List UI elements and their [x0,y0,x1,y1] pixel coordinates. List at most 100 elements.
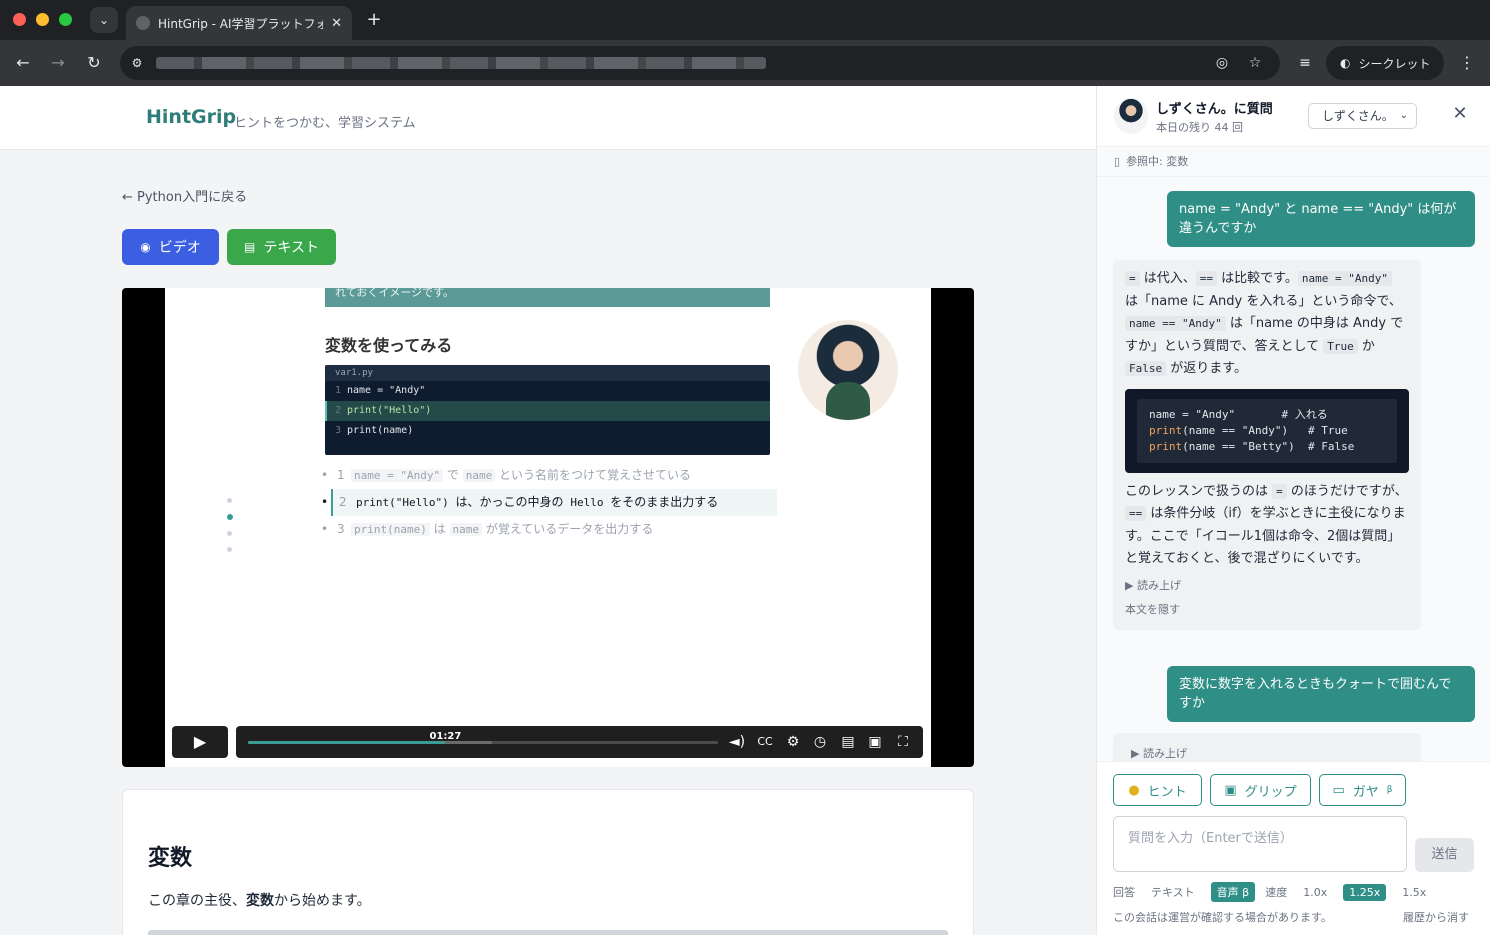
instructor-avatar [798,320,898,420]
picture-in-picture-icon[interactable]: ▣ [864,731,886,753]
read-aloud-toggle[interactable]: ▶ 読み上げ [1131,745,1403,761]
page-content: HintGrip ヒントをつかむ、学習システム ← Python入門に戻る ◉ … [0,86,1096,935]
hint-button[interactable]: ● ヒント [1113,774,1202,806]
message-list[interactable]: name = "Andy" と name == "Andy" は何が違うんですか… [1097,177,1490,761]
slide-step-dots [227,498,235,563]
article-lead: この章の主役、変数から始めます。 [148,893,371,909]
brand-logo[interactable]: HintGrip [146,106,236,128]
speed-option-15x[interactable]: 1.5x [1396,884,1432,901]
assistant-avatar [1114,98,1148,134]
step-dot[interactable] [227,547,232,552]
volume-icon[interactable]: ◄) [726,731,748,753]
video-controls: ▶ 01:27 ◄) CC ⚙ ◷ ▤ ▣ ⛶ [172,726,923,758]
video-player[interactable]: れておくイメージです。 変数を使ってみる var1.py 1 name = "An… [122,288,974,767]
step-dot[interactable] [227,498,232,503]
played-range [248,741,446,744]
close-window-button[interactable] [13,13,26,26]
assistant-message: = は代入、 == は比較です。 name = "Andy" は「name に An… [1113,260,1421,630]
playback-speed-icon[interactable]: ◷ [809,731,831,753]
code-filename: var1.py [325,365,770,381]
browser-tab-bar: ⌄ HintGrip - AI学習プラットフォーム ✕ + [0,0,1490,40]
seek-time-tooltip: 01:27 [429,731,462,742]
video-slide: れておくイメージです。 変数を使ってみる var1.py 1 name = "An… [165,288,931,767]
captions-icon[interactable]: CC [754,731,776,753]
assistant-paragraph: = は代入、 == は比較です。 name = "Andy" は「name に An… [1125,271,1404,376]
question-input[interactable]: 質問を入力（Enterで送信） [1113,816,1407,872]
bullet-item-active: 2print("Hello") は、かっこの中身の Hello をそのまま出力す… [321,489,777,516]
reference-bar: ▯ 参照中: 変数 [1097,146,1490,177]
play-icon: ▶ [193,732,207,751]
slide-top-band: れておくイメージです。 [325,288,770,307]
clipboard-icon: ▣ [1224,782,1237,798]
read-aloud-toggle[interactable]: ▶ 読み上げ [1125,575,1409,598]
back-to-course-link[interactable]: ← Python入門に戻る [122,186,247,205]
lightbulb-icon: ● [1128,782,1140,798]
favicon-icon [136,16,150,30]
answer-label: 回答 [1113,886,1135,899]
video-mode-label: ビデオ [158,240,201,256]
article-title: 変数 [148,846,193,871]
transcript-icon[interactable]: ▤ [837,731,859,753]
browser-tab[interactable]: HintGrip - AI学習プラットフォーム ✕ [126,6,352,40]
chat-panel: しずくさん。に質問 本日の残り 44 回 しずくさん。 ⌄ ✕ ▯ 参照中: 変数 … [1096,86,1490,935]
video-mode-button[interactable]: ◉ ビデオ [122,229,219,265]
slide-heading: 変数を使ってみる [325,336,453,355]
chevron-down-icon: ⌄ [98,13,110,27]
step-dot-active[interactable] [227,514,233,520]
text-mode-button[interactable]: ▤ テキスト [227,229,336,265]
tab-title: HintGrip - AI学習プラットフォーム [158,16,324,31]
speed-option-125x[interactable]: 1.25x [1343,883,1387,901]
seek-bar[interactable]: 01:27 [248,731,718,744]
eye-off-icon[interactable]: ◎ [1212,53,1232,73]
address-bar[interactable]: ⚙ ◎ ☆ [120,46,1280,80]
gaya-button[interactable]: ▭ ガヤ β [1319,774,1406,806]
assistant-message: ▶ 読み上げ [1113,733,1421,761]
new-tab-button[interactable]: + [364,9,384,31]
minimize-window-button[interactable] [36,13,49,26]
answer-options: 回答 テキスト 音声 β 速度 1.0x 1.25x 1.5x [1113,882,1432,902]
site-header: HintGrip ヒントをつかむ、学習システム [0,86,1096,150]
remaining-count: 本日の残り 44 回 [1156,121,1243,134]
maximize-window-button[interactable] [59,13,72,26]
incognito-indicator[interactable]: ◐ シークレット [1326,46,1444,80]
close-panel-icon[interactable]: ✕ [1450,104,1470,124]
speed-option-1x[interactable]: 1.0x [1297,884,1333,901]
reload-icon[interactable]: ↻ [83,52,105,74]
settings-gear-icon[interactable]: ⚙ [782,731,804,753]
answer-voice-option[interactable]: 音声 β [1210,882,1256,902]
grip-button[interactable]: ▣ グリップ [1210,774,1311,806]
chat-title: しずくさん。に質問 [1156,102,1273,117]
persona-select[interactable]: しずくさん。 ⌄ [1308,103,1417,129]
document-icon: ▤ [244,240,256,254]
play-button[interactable]: ▶ [172,726,228,758]
reading-list-icon[interactable]: ≡ [1294,52,1316,74]
hide-body-link[interactable]: 本文を隠す [1125,599,1409,622]
user-message: name = "Andy" と name == "Andy" は何が違うんですか [1167,191,1475,247]
bookmark-star-icon[interactable]: ☆ [1245,53,1265,73]
back-arrow-icon[interactable]: ← [12,52,34,74]
chat-header: しずくさん。に質問 本日の残り 44 回 しずくさん。 ⌄ ✕ [1097,86,1490,146]
site-info-icon[interactable]: ⚙ [128,54,146,72]
text-mode-label: テキスト [263,240,319,256]
tab-search-button[interactable]: ⌄ [90,7,118,33]
clear-history-link[interactable]: 履歴から消す [1403,909,1469,925]
incognito-icon: ◐ [1340,56,1351,70]
answer-text-option[interactable]: テキスト [1145,882,1201,902]
slide-bullets: 1name = "Andy" で name という名前をつけて覚えさせている 2… [317,462,777,543]
chevron-down-icon: ⌄ [1399,110,1408,121]
browser-menu-icon[interactable]: ⋮ [1458,52,1476,74]
code-line: 1 name = "Andy" [335,385,426,396]
bullet-item: 3print(name) は name が覚えているデータを出力する [317,516,777,543]
forward-arrow-icon[interactable]: → [47,52,69,74]
code-line: 3 print(name) [335,425,414,436]
step-dot[interactable] [227,531,232,536]
speed-label: 速度 [1265,886,1288,899]
send-button[interactable]: 送信 [1415,838,1474,872]
chat-bubble-icon: ▭ [1332,782,1345,798]
lesson-article: 変数 この章の主役、変数から始めます。 [122,789,974,935]
tab-close-icon[interactable]: ✕ [331,16,342,31]
article-text-cutoff [148,930,948,935]
control-bar: 01:27 ◄) CC ⚙ ◷ ▤ ▣ ⛶ [236,726,923,758]
fullscreen-icon[interactable]: ⛶ [892,731,914,753]
incognito-label: シークレット [1358,56,1431,71]
